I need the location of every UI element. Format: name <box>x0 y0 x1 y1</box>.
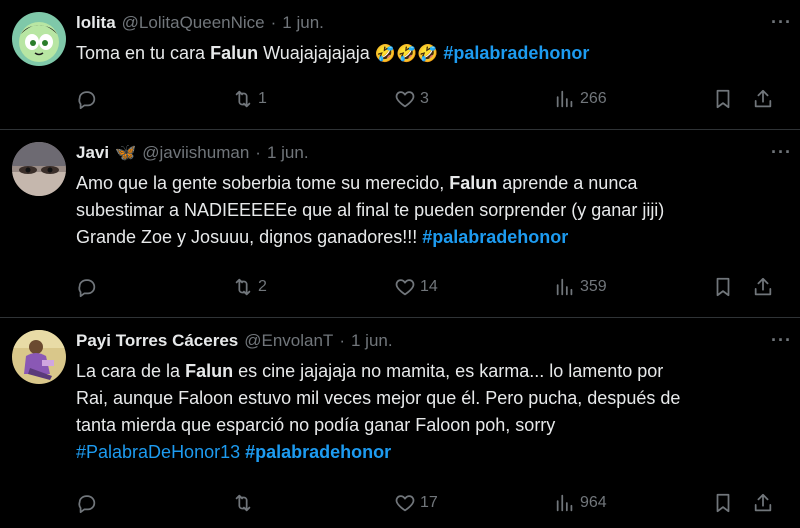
display-name[interactable]: lolita <box>76 13 116 33</box>
text-segment: Amo que la gente soberbia tome su mereci… <box>76 173 450 193</box>
reply-icon <box>78 279 96 298</box>
more-icon[interactable]: ··· <box>771 142 792 163</box>
like-count: 17 <box>420 494 438 511</box>
reply-button[interactable] <box>76 492 98 514</box>
text-segment: Toma en tu cara <box>76 43 211 63</box>
share-button[interactable] <box>752 88 774 110</box>
like-icon <box>395 91 415 108</box>
user-handle[interactable]: @LolitaQueenNice <box>122 13 265 33</box>
tweet[interactable]: Payi Torres Cáceres @EnvolanT · 1 jun. L… <box>0 318 800 528</box>
text-segment: Wuajajajajaja <box>258 43 375 63</box>
bookmark-button[interactable] <box>712 276 734 298</box>
timestamp[interactable]: 1 jun. <box>282 13 324 33</box>
repost-button[interactable] <box>232 492 254 514</box>
text-line: La cara de la Falun es cine jajajaja no … <box>76 358 786 385</box>
timestamp[interactable]: 1 jun. <box>351 331 393 351</box>
views-button[interactable]: 359 <box>554 276 607 298</box>
tweet-text: Amo que la gente soberbia tome su mereci… <box>76 170 786 251</box>
views-button[interactable]: 266 <box>554 88 607 110</box>
view-count: 359 <box>580 278 607 295</box>
bookmark-button[interactable] <box>712 492 734 514</box>
tweet-text: Toma en tu cara Falun Wuajajajajaja 🤣🤣🤣 … <box>76 40 786 68</box>
hashtag-link[interactable]: #palabradehonor <box>443 43 589 63</box>
text-line: subestimar a NADIEEEEEe que al final te … <box>76 200 665 220</box>
text-line: Grande Zoe y Josuuu, dignos ganadores!!!… <box>76 224 786 251</box>
text-bold: Falun <box>210 43 259 63</box>
repost-button[interactable]: 2 <box>232 276 267 298</box>
text-segment: aprende a nunca <box>497 173 638 193</box>
reply-icon <box>78 495 96 514</box>
like-button[interactable]: 17 <box>394 492 438 514</box>
view-count: 964 <box>580 494 607 511</box>
bookmark-button[interactable] <box>712 88 734 110</box>
butterfly-emoji: 🦋 <box>115 143 137 163</box>
text-line: tanta mierda que esparció no podía ganar… <box>76 415 556 435</box>
repost-icon <box>235 278 251 296</box>
hashtag-link[interactable]: #palabradehonor <box>245 442 391 462</box>
repost-count: 1 <box>258 90 267 107</box>
separator-dot: · <box>270 13 277 32</box>
separator-dot: · <box>339 331 345 350</box>
user-handle[interactable]: @javiishuman <box>142 143 249 163</box>
text-segment: Grande Zoe y Josuuu, dignos ganadores!!! <box>76 227 423 247</box>
tweet-actions: 2 14 359 <box>76 272 786 302</box>
avatar[interactable] <box>12 330 66 384</box>
reply-button[interactable] <box>76 88 98 110</box>
tweet-header: lolita @LolitaQueenNice · 1 jun. <box>76 10 786 36</box>
tweet-header: Payi Torres Cáceres @EnvolanT · 1 jun. <box>76 328 786 354</box>
reply-icon <box>78 91 96 110</box>
like-button[interactable]: 3 <box>394 88 429 110</box>
views-icon <box>556 494 573 512</box>
separator-dot: · <box>255 143 261 162</box>
display-name[interactable]: Javi <box>76 143 109 163</box>
like-count: 3 <box>420 90 429 107</box>
more-icon[interactable]: ··· <box>771 12 792 33</box>
views-icon <box>556 278 573 296</box>
like-icon <box>395 279 415 296</box>
text-segment: La cara de la <box>76 361 186 381</box>
share-icon <box>754 493 772 512</box>
tweet-text: La cara de la Falun es cine jajajaja no … <box>76 358 786 466</box>
timestamp[interactable]: 1 jun. <box>267 143 309 163</box>
text-segment: es cine jajajaja no mamita, es karma... … <box>233 361 664 381</box>
view-count: 266 <box>580 90 607 107</box>
text-bold: Falun <box>449 173 498 193</box>
user-handle[interactable]: @EnvolanT <box>244 331 333 351</box>
emoji-laughing: 🤣🤣🤣 <box>374 44 439 64</box>
tweet-header: Javi 🦋 @javiishuman · 1 jun. <box>76 140 786 166</box>
tweet-feed: lolita @LolitaQueenNice · 1 jun. Toma en… <box>0 0 800 528</box>
like-icon <box>395 495 415 512</box>
bookmark-icon <box>716 493 730 513</box>
like-button[interactable]: 14 <box>394 276 438 298</box>
hashtag-link[interactable]: #palabradehonor <box>422 227 568 247</box>
share-icon <box>754 277 772 296</box>
avatar[interactable] <box>12 12 66 66</box>
repost-icon <box>235 90 251 108</box>
text-line: Rai, aunque Faloon estuvo mil veces mejo… <box>76 388 681 408</box>
views-icon <box>556 90 573 108</box>
repost-button[interactable]: 1 <box>232 88 267 110</box>
bookmark-icon <box>716 277 730 297</box>
text-line: #PalabraDeHonor13 #palabradehonor <box>76 439 786 466</box>
tweet[interactable]: Javi 🦋 @javiishuman · 1 jun. Amo que la … <box>0 130 800 318</box>
repost-icon <box>235 494 251 512</box>
views-button[interactable]: 964 <box>554 492 607 514</box>
like-count: 14 <box>420 278 438 295</box>
display-name[interactable]: Payi Torres Cáceres <box>76 331 238 351</box>
share-icon <box>754 89 772 108</box>
share-button[interactable] <box>752 276 774 298</box>
bookmark-icon <box>716 89 730 109</box>
more-icon[interactable]: ··· <box>771 330 792 351</box>
repost-count: 2 <box>258 278 267 295</box>
reply-button[interactable] <box>76 276 98 298</box>
avatar[interactable] <box>12 142 66 196</box>
tweet[interactable]: lolita @LolitaQueenNice · 1 jun. Toma en… <box>0 0 800 130</box>
share-button[interactable] <box>752 492 774 514</box>
hashtag-link[interactable]: #PalabraDeHonor13 <box>76 442 240 462</box>
tweet-actions: 1 3 266 <box>76 84 786 114</box>
text-line: Amo que la gente soberbia tome su mereci… <box>76 170 786 197</box>
tweet-actions: 17 964 <box>76 488 786 518</box>
text-bold: Falun <box>185 361 234 381</box>
